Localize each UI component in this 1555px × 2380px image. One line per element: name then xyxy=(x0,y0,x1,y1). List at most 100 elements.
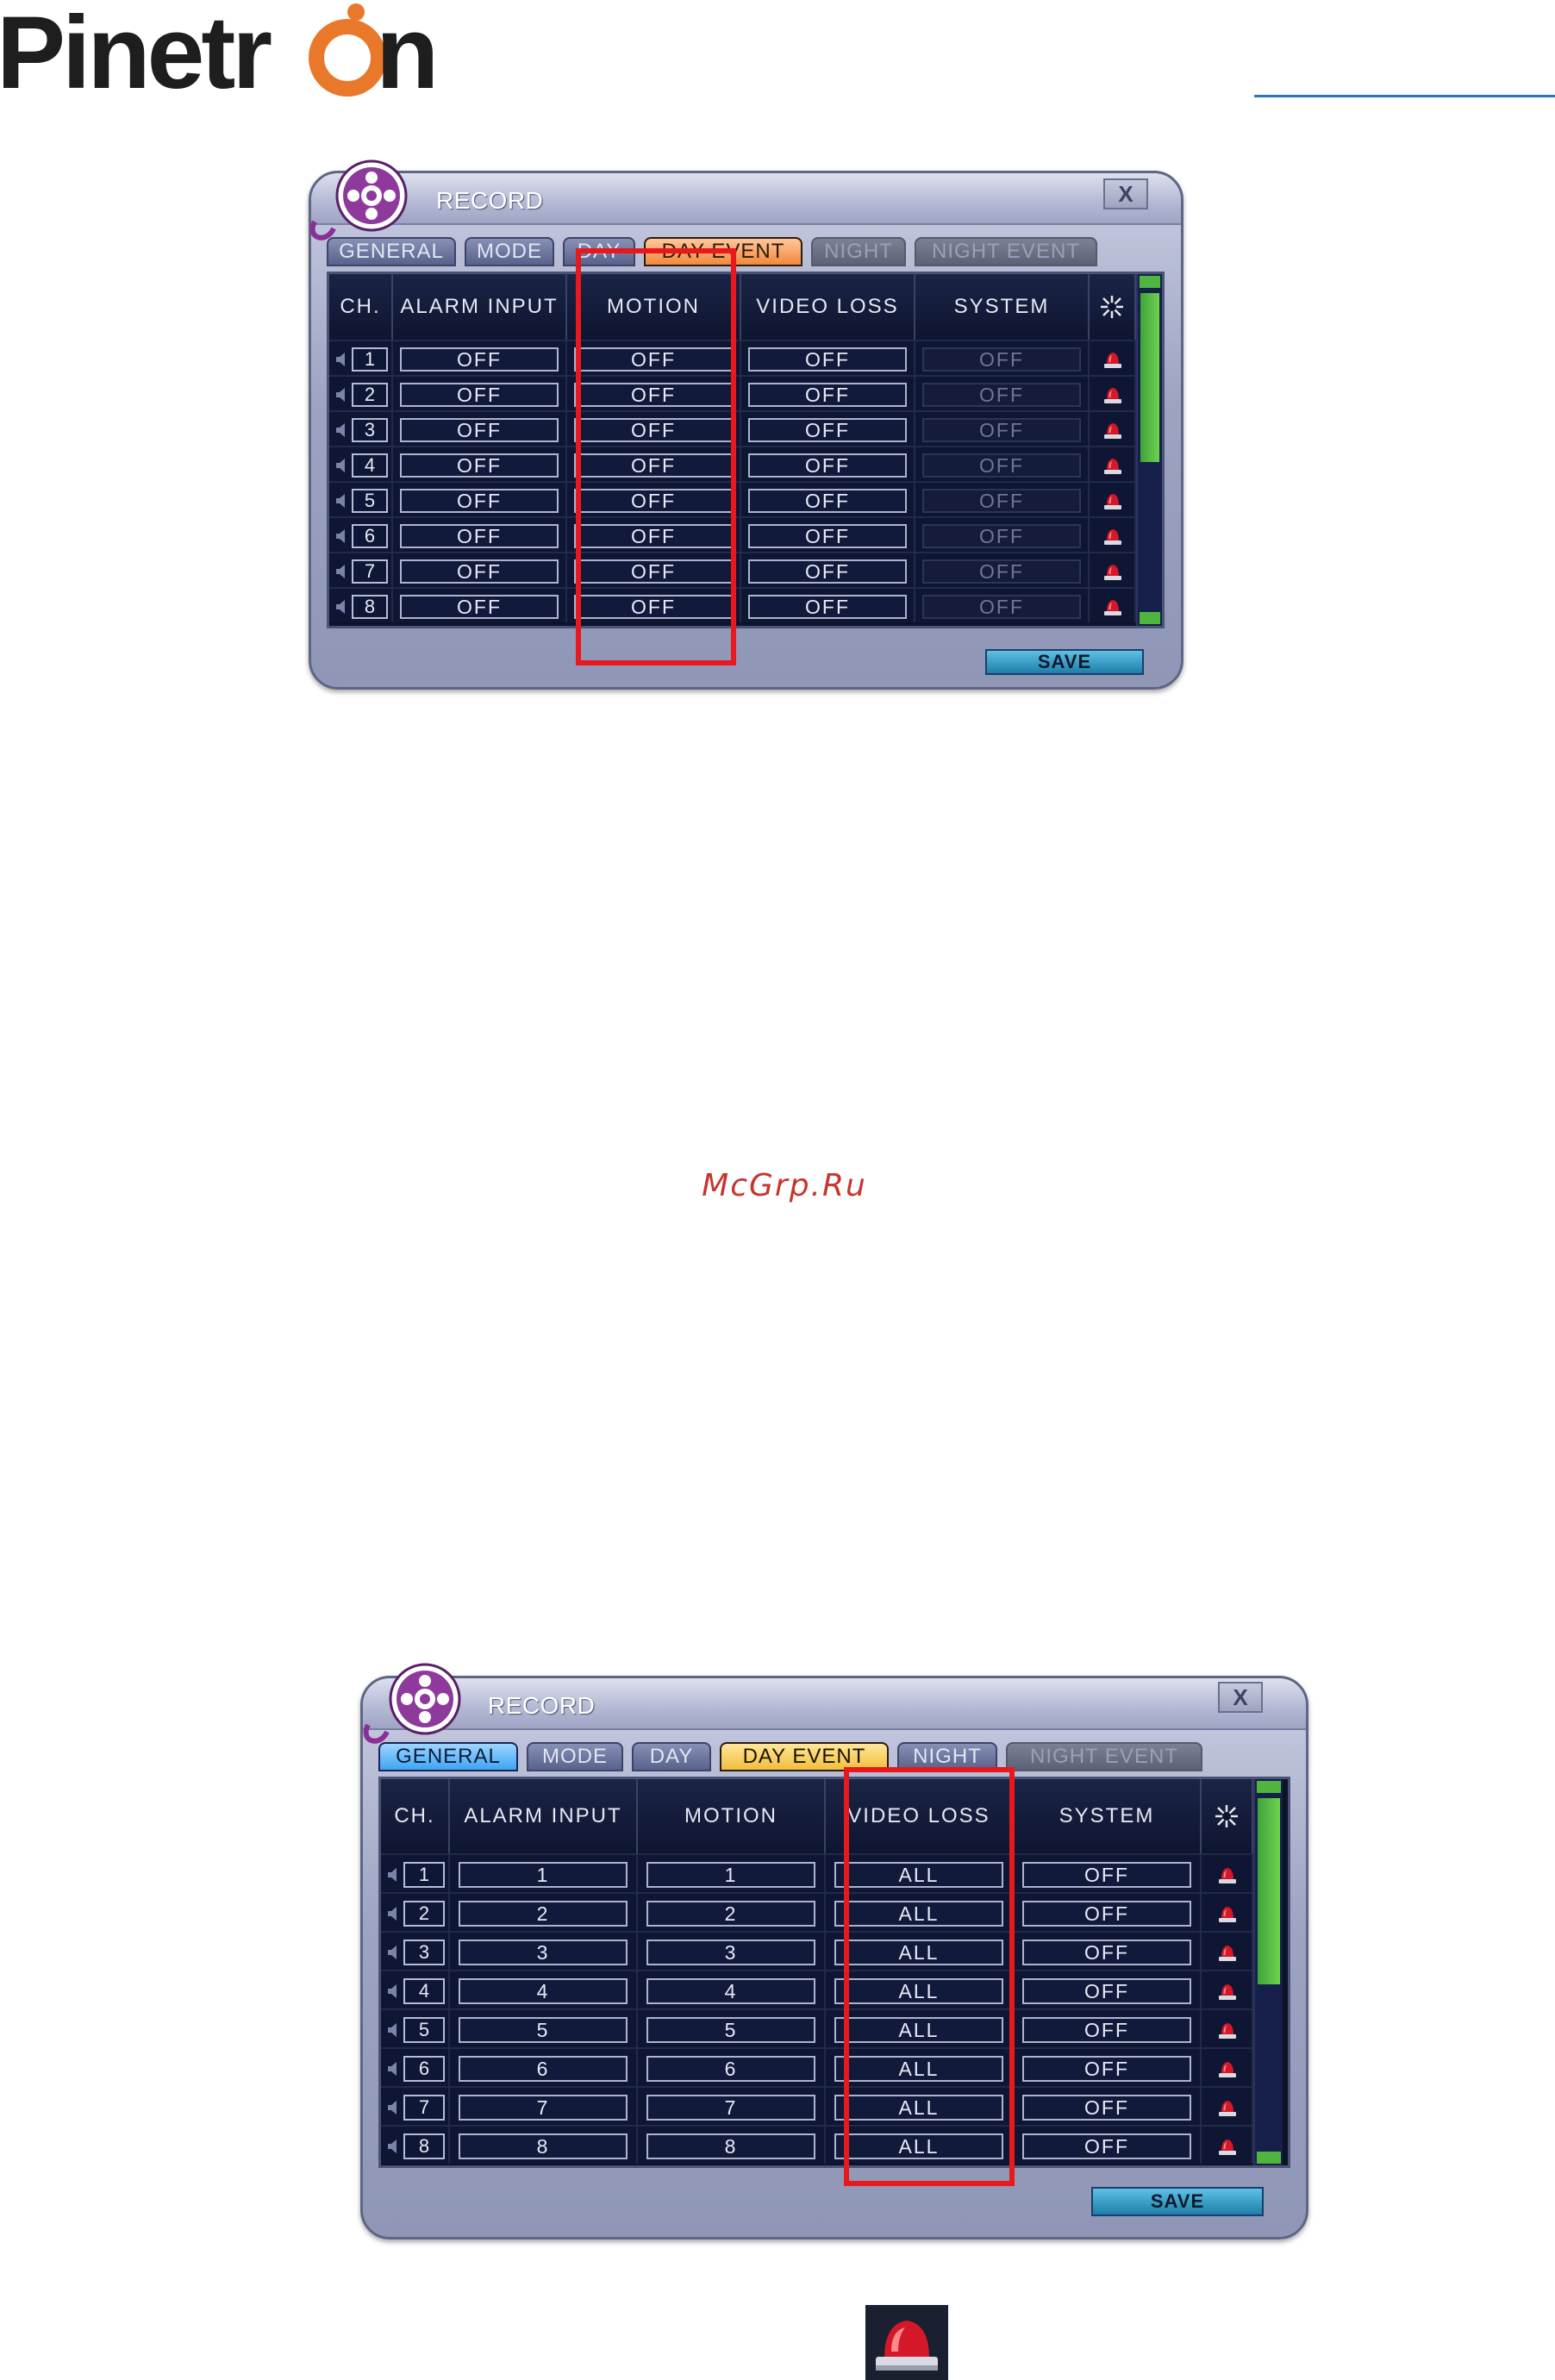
motion-field[interactable]: 2 xyxy=(646,1901,815,1927)
channel-number: 7 xyxy=(403,2095,445,2121)
channel-cell: 1 xyxy=(381,1853,450,1892)
scrollbar[interactable] xyxy=(1253,1779,1283,2165)
motion-field[interactable]: 3 xyxy=(646,1940,815,1965)
scroll-up-arrow[interactable] xyxy=(1257,1781,1281,1793)
alarm-siren-icon[interactable] xyxy=(1216,1980,1239,2002)
alarm-input-field[interactable]: 1 xyxy=(459,1862,628,1888)
alarm-input-field[interactable]: OFF xyxy=(400,418,559,442)
alarm-siren-icon[interactable] xyxy=(1102,525,1124,547)
system-cell: OFF xyxy=(1014,1853,1202,1892)
alarm-input-field[interactable]: 4 xyxy=(459,1978,628,2004)
system-field[interactable]: OFF xyxy=(1022,1862,1191,1888)
tab-general[interactable]: GENERAL xyxy=(327,237,456,266)
alarm-input-field[interactable]: 2 xyxy=(459,1901,628,1927)
alarm-input-cell: OFF xyxy=(393,340,567,375)
scroll-down-arrow[interactable] xyxy=(1140,612,1160,624)
alarm-input-field[interactable]: 6 xyxy=(459,2056,628,2082)
alarm-siren-icon[interactable] xyxy=(1102,596,1124,618)
channel-number: 2 xyxy=(352,383,388,407)
record-grid: CH. ALARM INPUT MOTION VIDEO LOSS SYSTEM… xyxy=(378,1777,1290,2168)
alarm-input-field[interactable]: 3 xyxy=(459,1940,628,1965)
scroll-down-arrow[interactable] xyxy=(1257,2152,1281,2164)
channel-cell: 3 xyxy=(381,1931,450,1970)
alarm-siren-icon[interactable] xyxy=(1216,1902,1239,1925)
video-loss-field[interactable]: OFF xyxy=(748,559,907,584)
alarm-siren-icon[interactable] xyxy=(1102,384,1124,406)
alarm-input-field[interactable]: OFF xyxy=(400,595,559,619)
video-loss-field[interactable]: OFF xyxy=(748,489,907,513)
video-loss-field[interactable]: OFF xyxy=(748,418,907,442)
alarm-input-field[interactable]: 7 xyxy=(459,2095,628,2121)
settings-asterisk-icon[interactable] xyxy=(1099,294,1125,320)
alarm-siren-icon[interactable] xyxy=(1216,1941,1239,1964)
motion-field[interactable]: 1 xyxy=(646,1862,815,1888)
tab-general[interactable]: GENERAL xyxy=(378,1742,518,1771)
tab-night[interactable]: NIGHT xyxy=(811,237,906,266)
video-loss-cell: OFF xyxy=(741,481,915,516)
close-button[interactable]: X xyxy=(1103,178,1148,209)
tab-mode[interactable]: MODE xyxy=(465,237,554,266)
system-field[interactable]: OFF xyxy=(1022,2095,1191,2121)
alarm-cell xyxy=(1202,1853,1253,1892)
tab-night-event[interactable]: NIGHT EVENT xyxy=(915,237,1097,266)
alarm-input-field[interactable]: OFF xyxy=(400,559,559,584)
motion-field[interactable]: 6 xyxy=(646,2056,815,2082)
video-loss-field[interactable]: OFF xyxy=(748,383,907,407)
alarm-siren-icon[interactable] xyxy=(1102,348,1124,371)
system-cell: OFF xyxy=(1014,1970,1202,2008)
close-button[interactable]: X xyxy=(1218,1682,1263,1713)
video-loss-field[interactable]: OFF xyxy=(748,524,907,548)
system-field[interactable]: OFF xyxy=(1022,2133,1191,2159)
alarm-siren-icon[interactable] xyxy=(1216,2135,1239,2158)
video-loss-field[interactable]: OFF xyxy=(748,453,907,478)
channel-cell: 6 xyxy=(381,2047,450,2086)
alarm-input-cell: OFF xyxy=(393,446,567,481)
alarm-input-field[interactable]: OFF xyxy=(400,383,559,407)
motion-field[interactable]: 4 xyxy=(646,1978,815,2004)
alarm-siren-icon[interactable] xyxy=(1216,2019,1239,2041)
alarm-siren-icon[interactable] xyxy=(1102,419,1124,441)
motion-field[interactable]: 5 xyxy=(646,2017,815,2043)
column-header-video-loss: VIDEO LOSS xyxy=(741,274,915,340)
system-cell: OFF xyxy=(915,587,1090,622)
alarm-siren-icon[interactable] xyxy=(1102,454,1124,477)
alarm-input-field[interactable]: 5 xyxy=(459,2017,628,2043)
svg-text:Pinetr: Pinetr xyxy=(0,0,271,103)
tab-day[interactable]: DAY xyxy=(632,1742,711,1771)
scroll-up-arrow[interactable] xyxy=(1140,276,1160,288)
motion-field[interactable]: 8 xyxy=(646,2133,815,2159)
system-field[interactable]: OFF xyxy=(1022,1901,1191,1927)
motion-cell: 2 xyxy=(638,1892,826,1931)
alarm-siren-icon[interactable] xyxy=(1216,1864,1239,1886)
video-loss-field[interactable]: OFF xyxy=(748,595,907,619)
system-field[interactable]: OFF xyxy=(1022,1940,1191,1965)
alarm-input-field[interactable]: OFF xyxy=(400,347,559,372)
video-loss-field[interactable]: OFF xyxy=(748,347,907,372)
tab-mode[interactable]: MODE xyxy=(527,1742,623,1771)
alarm-siren-icon[interactable] xyxy=(1102,490,1124,512)
system-field: OFF xyxy=(922,418,1081,442)
system-field[interactable]: OFF xyxy=(1022,2017,1191,2043)
save-button[interactable]: SAVE xyxy=(1091,2187,1264,2216)
column-header-system: SYSTEM xyxy=(1014,1779,1202,1853)
alarm-input-field[interactable]: 8 xyxy=(459,2133,628,2159)
alarm-siren-icon[interactable] xyxy=(1216,2058,1239,2080)
system-field[interactable]: OFF xyxy=(1022,1978,1191,2004)
alarm-siren-icon[interactable] xyxy=(1216,2096,1239,2119)
alarm-input-field[interactable]: OFF xyxy=(400,453,559,478)
scrollbar[interactable] xyxy=(1136,274,1162,626)
system-field[interactable]: OFF xyxy=(1022,2056,1191,2082)
speaker-icon xyxy=(388,2101,397,2115)
speaker-icon xyxy=(336,565,345,578)
scroll-thumb[interactable] xyxy=(1140,293,1159,462)
alarm-input-field[interactable]: OFF xyxy=(400,489,559,513)
alarm-cell xyxy=(1202,1892,1253,1931)
video-loss-cell: OFF xyxy=(741,375,915,410)
alarm-siren-icon[interactable] xyxy=(1102,560,1124,583)
scroll-thumb[interactable] xyxy=(1258,1798,1280,1984)
settings-asterisk-icon[interactable] xyxy=(1214,1803,1240,1829)
save-button[interactable]: SAVE xyxy=(985,649,1144,675)
motion-field[interactable]: 7 xyxy=(646,2095,815,2121)
alarm-input-field[interactable]: OFF xyxy=(400,524,559,548)
tab-night-event[interactable]: NIGHT EVENT xyxy=(1006,1742,1202,1771)
